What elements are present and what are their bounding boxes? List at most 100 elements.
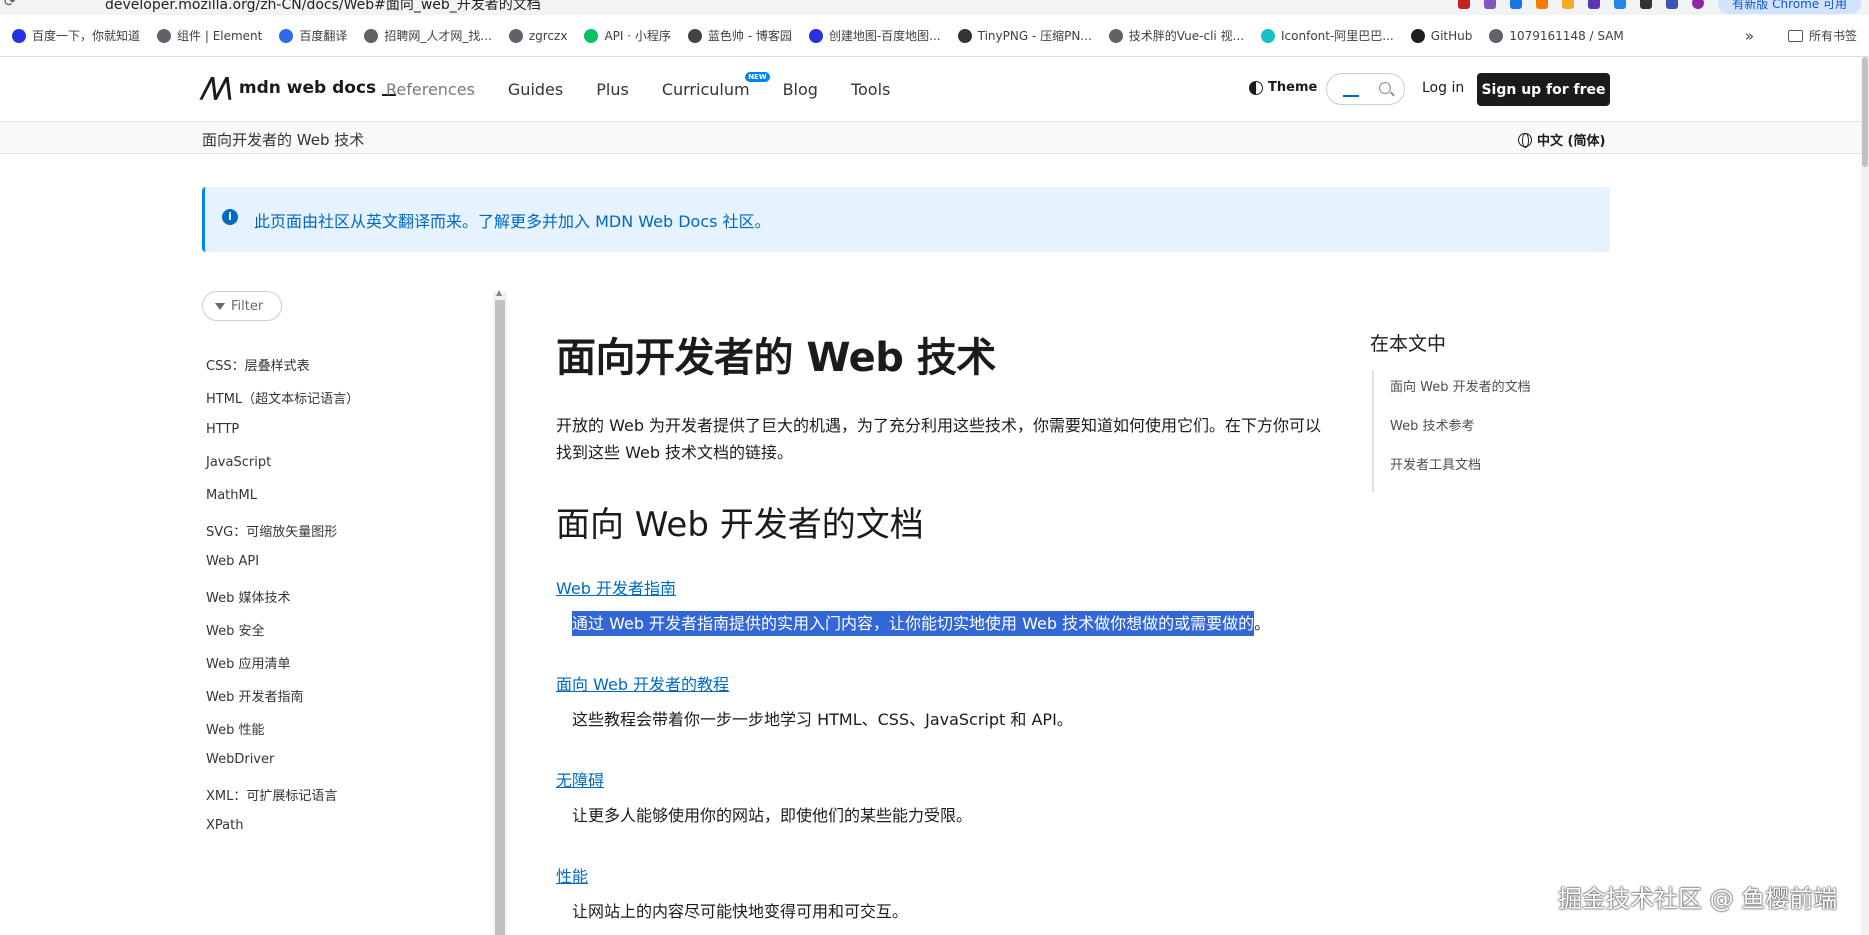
doc-description: 让网站上的内容尽可能快地变得可用和可交互。 (572, 898, 908, 922)
extension-icon[interactable] (1640, 0, 1653, 9)
toc-item[interactable]: Web 技术参考 (1390, 415, 1474, 434)
wechat-icon (584, 28, 599, 43)
page-scrollbar[interactable] (1861, 57, 1869, 935)
breadcrumb: 面向开发者的 Web 技术 中文 (简体) (0, 122, 1869, 154)
bookmark-item[interactable]: 创建地图-百度地图... (808, 27, 941, 44)
extension-icon[interactable] (1588, 0, 1601, 9)
sidebar-scroll-thumb[interactable] (495, 300, 505, 935)
extensions-area: 有新版 Chrome 可用 (1458, 0, 1869, 14)
all-bookmarks-button[interactable]: 所有书签 (1787, 27, 1857, 44)
bookmark-item[interactable]: 招聘网_人才网_找... (364, 27, 492, 44)
sidebar-item[interactable]: Web 开发者指南 (206, 686, 303, 705)
language-switcher[interactable]: 中文 (简体) (1518, 130, 1605, 149)
bookmark-item[interactable]: 技术胖的Vue-cli 视... (1108, 27, 1245, 44)
bookmark-item[interactable]: 百度翻译 (279, 27, 347, 44)
bookmark-label: 1079161148 / SAM (1509, 28, 1624, 43)
description-text: 这些教程会带着你一步一步地学习 HTML、CSS、JavaScript 和 AP… (572, 710, 1073, 729)
doc-link[interactable]: 性能 (556, 863, 588, 887)
bookmark-item[interactable]: Iconfont-阿里巴巴... (1261, 27, 1394, 44)
bookmark-item[interactable]: 百度一下，你就知道 (12, 27, 140, 44)
sidebar-item[interactable]: Web 媒体技术 (206, 587, 290, 606)
doc-link[interactable]: 无障碍 (556, 767, 604, 791)
doc-description: 通过 Web 开发者指南提供的实用入门内容，让你能切实地使用 Web 技术做你想… (572, 610, 1270, 636)
sidebar-item[interactable]: WebDriver (206, 752, 274, 767)
nav-item-tools[interactable]: Tools (851, 80, 890, 99)
bookmark-item[interactable]: API · 小程序 (584, 27, 671, 44)
mdn-header: /\/\ mdn web docs References Guides Plus Cu… (0, 57, 1869, 122)
bookmarks-bar: 百度一下，你就知道 组件 | Element 百度翻译 招聘网_人才网_找... zgr… (0, 15, 1869, 57)
bookmark-item[interactable]: 蓝色帅 - 博客园 (687, 27, 792, 44)
doc-link[interactable]: Web 开发者指南 (556, 575, 676, 599)
extension-icon[interactable] (1666, 0, 1679, 9)
bookmark-item[interactable]: 1079161148 / SAM (1489, 28, 1624, 43)
nav-item-references[interactable]: References (386, 80, 475, 99)
notice-text[interactable]: 此页面由社区从英文翻译而来。了解更多并加入 MDN Web Docs 社区。 (254, 208, 771, 232)
sidebar-item[interactable]: SVG：可缩放矢量图形 (206, 521, 337, 540)
scroll-up-icon[interactable]: ▲ (496, 288, 502, 297)
mdn-logo[interactable]: /\/\ mdn web docs (202, 74, 397, 102)
extension-icon[interactable] (1614, 0, 1627, 9)
extension-icon[interactable] (1458, 0, 1471, 9)
bookmark-label: 技术胖的Vue-cli 视... (1128, 29, 1245, 43)
sidebar-item[interactable]: Web 安全 (206, 620, 264, 639)
page-scroll-thumb[interactable] (1862, 57, 1868, 167)
bookmark-item[interactable]: 组件 | Element (157, 27, 262, 44)
globe-icon (364, 28, 379, 43)
bookmark-item[interactable]: GitHub (1410, 28, 1473, 43)
reload-icon[interactable]: ⟳ (4, 0, 16, 10)
bookmarks-overflow-icon[interactable]: » (1745, 27, 1754, 45)
doc-description: 让更多人能够使用你的网站，即使他们的某些能力受限。 (572, 802, 972, 826)
sidebar-item[interactable]: CSS：层叠样式表 (206, 355, 310, 374)
globe-icon (508, 28, 523, 43)
new-badge: NEW (745, 72, 770, 82)
bookmark-label: 组件 | Element (177, 29, 263, 43)
nav-item-curriculum[interactable]: Curriculum NEW (662, 72, 770, 99)
bookmark-item[interactable]: TinyPNG - 压缩PN... (957, 27, 1092, 44)
sidebar-item[interactable]: HTTP (206, 422, 239, 437)
description-text: 让更多人能够使用你的网站，即使他们的某些能力受限。 (572, 806, 973, 825)
extension-icon[interactable] (1536, 0, 1549, 9)
search-input[interactable] (1326, 73, 1405, 105)
theme-icon (1249, 80, 1263, 95)
sidebar-item[interactable]: XPath (206, 818, 243, 833)
nav-label: Plus (596, 80, 629, 99)
breadcrumb-current[interactable]: 面向开发者的 Web 技术 (202, 129, 364, 150)
toc-list: 面向 Web 开发者的文档 Web 技术参考 开发者工具文档 (1372, 370, 1572, 492)
text-cursor (1343, 95, 1359, 97)
toc-item[interactable]: 面向 Web 开发者的文档 (1390, 376, 1531, 395)
nav-item-blog[interactable]: Blog (783, 80, 818, 99)
extension-icon[interactable] (1562, 0, 1575, 9)
watermark: 掘金技术社区 @ 鱼樱前端 (1558, 885, 1838, 913)
sidebar-item[interactable]: HTML（超文本标记语言） (206, 388, 359, 407)
bookmark-label: GitHub (1430, 28, 1473, 43)
globe-icon (157, 28, 172, 43)
translate-icon (279, 28, 294, 43)
sidebar-item[interactable]: XML：可扩展标记语言 (206, 785, 337, 804)
extension-icon[interactable] (1510, 0, 1523, 9)
extension-icon[interactable] (1484, 0, 1497, 9)
sidebar-item[interactable]: Web API (206, 554, 259, 569)
theme-label: Theme (1268, 80, 1318, 95)
sidebar-item[interactable]: MathML (206, 488, 257, 503)
address-bar[interactable]: developer.mozilla.org/zh-CN/docs/Web#面向_… (105, 0, 541, 14)
sidebar-item[interactable]: Web 应用清单 (206, 653, 290, 672)
globe-icon (1489, 28, 1504, 43)
doc-link[interactable]: 面向 Web 开发者的教程 (556, 671, 729, 695)
bookmark-item[interactable]: zgrczx (508, 28, 567, 43)
sidebar-scrollbar[interactable]: ▲ (493, 288, 507, 935)
sidebar-filter-button[interactable]: Filter (202, 291, 282, 321)
toc-item[interactable]: 开发者工具文档 (1390, 454, 1481, 473)
theme-switcher[interactable]: Theme (1249, 80, 1317, 95)
sidebar-item[interactable]: JavaScript (206, 455, 271, 470)
doc-description: 这些教程会带着你一步一步地学习 HTML、CSS、JavaScript 和 AP… (572, 706, 1073, 730)
profile-avatar[interactable] (1692, 0, 1705, 9)
chrome-update-button[interactable]: 有新版 Chrome 可用 (1718, 0, 1861, 14)
github-icon (1410, 28, 1425, 43)
nav-item-plus[interactable]: Plus (596, 80, 629, 99)
login-link[interactable]: Log in (1422, 80, 1464, 96)
bookmark-label: 招聘网_人才网_找... (384, 29, 492, 43)
nav-item-guides[interactable]: Guides (508, 80, 563, 99)
search-icon[interactable] (1379, 82, 1391, 94)
signup-button[interactable]: Sign up for free (1477, 73, 1610, 106)
sidebar-item[interactable]: Web 性能 (206, 719, 264, 738)
